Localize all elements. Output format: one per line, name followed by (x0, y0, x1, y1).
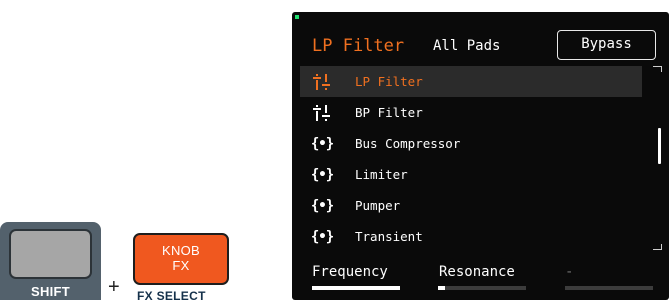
effect-list-item[interactable]: {•} Transient (300, 221, 642, 252)
scroll-top-mark (653, 66, 662, 72)
shift-button-pad (9, 229, 92, 279)
effect-list-item[interactable]: {•} Pumper (300, 190, 642, 221)
scroll-bottom-mark (653, 244, 662, 250)
param-resonance-slider[interactable] (438, 286, 526, 290)
param-resonance-fill (438, 286, 446, 290)
param-resonance-label: Resonance (439, 264, 515, 280)
shift-button-label: SHIFT (30, 284, 71, 299)
knob-fx-label-line1: KNOB (161, 243, 201, 258)
plus-sign: + (108, 276, 120, 298)
effect-list-item[interactable]: {•} Bus Compressor (300, 128, 642, 159)
fx-select-label: FX SELECT (137, 289, 206, 303)
param-empty-label: - (565, 264, 574, 280)
dynamics-icon: {•} (310, 166, 334, 183)
device-screen: LP Filter All Pads Bypass LP Filter BP F… (292, 12, 669, 300)
effect-list-item-label: LP Filter (355, 74, 423, 89)
filter-icon (311, 73, 333, 90)
shift-button[interactable]: SHIFT (0, 222, 101, 300)
effect-list-item[interactable]: {•} Limiter (300, 159, 642, 190)
scope-label: All Pads (433, 38, 501, 54)
filter-icon (311, 104, 333, 121)
param-frequency-fill (312, 286, 400, 290)
param-frequency-slider[interactable] (312, 286, 400, 290)
effect-list-item[interactable]: LP Filter (300, 66, 642, 97)
bypass-button[interactable]: Bypass (557, 30, 656, 60)
effect-list-item[interactable]: BP Filter (300, 97, 642, 128)
param-frequency-label: Frequency (312, 264, 388, 280)
param-empty-slider[interactable] (565, 286, 653, 290)
effect-title: LP Filter (312, 36, 405, 56)
effect-list-item-label: Limiter (355, 167, 408, 182)
status-led (295, 15, 299, 19)
knob-fx-label-line2: FX (172, 258, 190, 273)
dynamics-icon: {•} (310, 197, 334, 214)
effect-list: LP Filter BP Filter {•} Bus Compressor {… (300, 66, 642, 252)
effect-list-item-label: Pumper (355, 198, 401, 213)
effect-list-item-label: Bus Compressor (355, 136, 461, 151)
knob-fx-button[interactable]: KNOB FX (133, 233, 229, 285)
effect-list-item-label: BP Filter (355, 105, 423, 120)
effect-list-item-label: Transient (355, 229, 423, 244)
scrollbar-thumb[interactable] (658, 128, 661, 164)
dynamics-icon: {•} (310, 228, 334, 245)
dynamics-icon: {•} (310, 135, 334, 152)
